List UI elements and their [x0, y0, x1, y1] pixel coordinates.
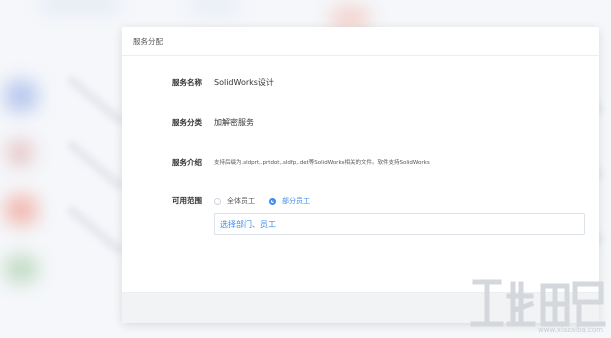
blurred-stroke	[64, 203, 126, 257]
blurred-stroke	[64, 73, 126, 127]
service-name-value: SolidWorks设计	[214, 78, 274, 87]
dialog-header: 服务分配	[122, 27, 599, 56]
watermark-text: www.xiazaiba.com	[538, 326, 603, 334]
radio-all-staff[interactable]: 全体员工	[214, 196, 255, 206]
available-scope-row: 可用范围 全体员工 部分员工	[122, 195, 599, 207]
blurred-app-icon	[4, 255, 38, 283]
blurred-stroke	[64, 138, 126, 192]
radio-all-staff-label: 全体员工	[227, 197, 255, 205]
radio-unchecked-icon	[214, 197, 221, 205]
service-name-label: 服务名称	[172, 78, 202, 87]
radio-some-staff-label: 部分员工	[282, 197, 310, 205]
radio-some-staff[interactable]: 部分员工	[269, 196, 310, 206]
blurred-app-icon	[6, 140, 34, 166]
select-dept-staff-field[interactable]: 选择部门、员工	[214, 213, 585, 235]
radio-checked-icon	[269, 197, 276, 205]
service-category-value: 加解密服务	[214, 118, 254, 127]
blurred-shape	[190, 0, 240, 12]
blurred-app-icon	[4, 80, 38, 112]
blurred-app-icon	[4, 195, 38, 225]
service-assign-dialog: 服务分配 服务名称 SolidWorks设计 服务分类 加解密服务 服务介绍 支…	[122, 27, 599, 323]
dialog-footer	[122, 292, 599, 323]
service-intro-label: 服务介绍	[172, 158, 202, 167]
scope-radio-group: 全体员工 部分员工	[214, 195, 324, 207]
service-name-row: 服务名称 SolidWorks设计	[122, 77, 599, 89]
service-category-label: 服务分类	[172, 118, 202, 127]
blurred-shape	[40, 0, 120, 10]
dialog-title: 服务分配	[133, 36, 163, 46]
service-intro-row: 服务介绍 支持后缀为.sldprt,.prtdot,.sldfp,.det等So…	[122, 157, 599, 169]
service-category-row: 服务分类 加解密服务	[122, 117, 599, 129]
service-intro-value: 支持后缀为.sldprt,.prtdot,.sldfp,.det等SolidWo…	[214, 160, 430, 166]
available-scope-label: 可用范围	[172, 196, 202, 205]
